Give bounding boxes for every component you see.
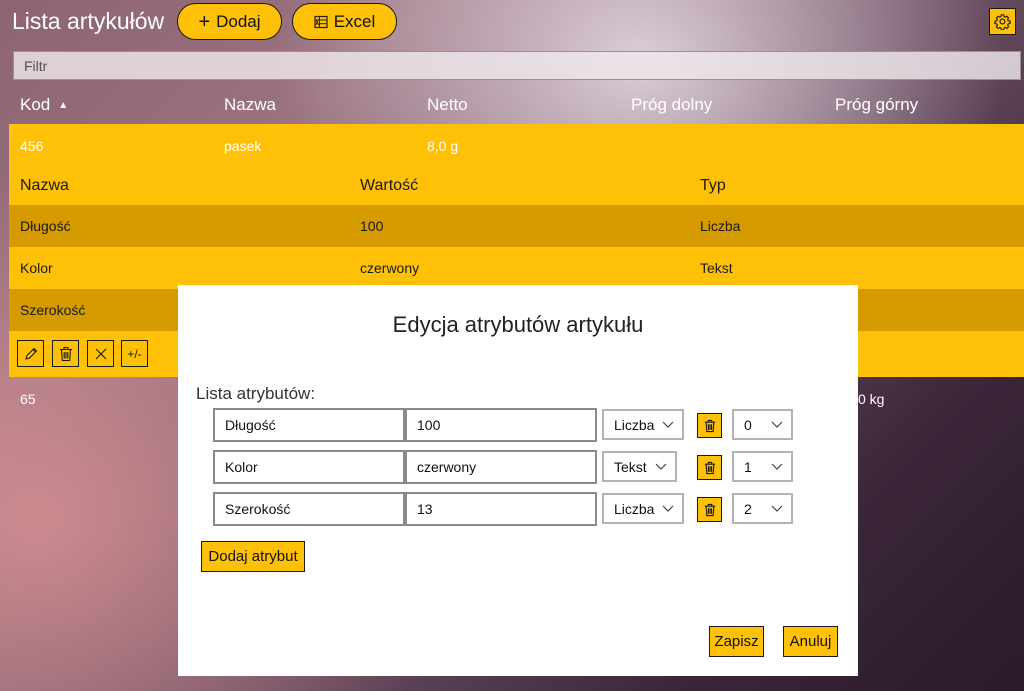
attr-header-wartosc: Wartość (360, 177, 419, 194)
page-title: Lista artykułów (12, 8, 165, 34)
close-icon (95, 348, 106, 359)
attr-header-typ: Typ (700, 177, 726, 194)
gear-icon (994, 14, 1011, 30)
attr-wartosc: czerwony (360, 260, 420, 276)
attr-nazwa: Długość (20, 218, 71, 234)
edit-attributes-dialog: Edycja atrybutów artykułu Lista atrybutó… (178, 285, 858, 676)
column-header-label: Kod (20, 95, 51, 114)
item-kod: 456 (20, 138, 44, 154)
remove-attribute-button[interactable] (697, 497, 722, 522)
attribute-type-value: Tekst (614, 458, 647, 475)
attr-typ: Liczba (700, 218, 741, 234)
chevron-down-icon (771, 505, 783, 512)
plus-minus-button[interactable]: +/- (121, 340, 148, 367)
add-button-label: Dodaj (216, 11, 261, 31)
attribute-type-value: Liczba (614, 416, 655, 433)
delete-attribute-button[interactable] (52, 340, 79, 367)
column-header-prog-dolny[interactable]: Próg dolny (631, 95, 712, 115)
chevron-down-icon (662, 421, 674, 428)
attribute-order-select[interactable]: 2 (732, 493, 793, 524)
column-header-prog-gorny[interactable]: Próg górny (835, 95, 918, 115)
attribute-name-field[interactable]: Szerokość (213, 492, 405, 526)
attr-nazwa: Szerokość (20, 302, 86, 318)
attribute-type-value: Liczba (614, 500, 655, 517)
edit-button[interactable] (17, 340, 44, 367)
chevron-down-icon (662, 505, 674, 512)
attribute-name-field[interactable]: Długość (213, 408, 405, 442)
remove-attribute-button[interactable] (697, 413, 722, 438)
attr-typ: Tekst (700, 260, 733, 276)
cancel-button[interactable]: Anuluj (783, 626, 838, 657)
column-header-netto[interactable]: Netto (427, 95, 468, 115)
close-button[interactable] (87, 340, 114, 367)
attr-nazwa: Kolor (20, 260, 53, 276)
remove-attribute-button[interactable] (697, 455, 722, 480)
column-header-kod[interactable]: Kod ▲ (20, 95, 68, 115)
attr-wartosc: 100 (360, 218, 384, 234)
attribute-value-field[interactable]: 100 (405, 408, 597, 442)
excel-icon (314, 15, 328, 28)
attribute-type-select[interactable]: Tekst (602, 451, 677, 482)
attribute-value-field[interactable]: 13 (405, 492, 597, 526)
add-attribute-button[interactable]: Dodaj atrybut (201, 541, 305, 572)
attr-header-nazwa: Nazwa (20, 177, 69, 194)
chevron-down-icon (771, 463, 783, 470)
trash-icon (59, 346, 72, 361)
attr-row[interactable]: Kolor czerwony Tekst (9, 247, 1024, 289)
attribute-order-value: 2 (744, 500, 752, 517)
attribute-order-value: 1 (744, 458, 752, 475)
attribute-order-select[interactable]: 1 (732, 451, 793, 482)
item-nazwa: pasek (224, 138, 262, 154)
chevron-down-icon (655, 463, 667, 470)
attribute-order-select[interactable]: 0 (732, 409, 793, 440)
chevron-down-icon (771, 421, 783, 428)
excel-button[interactable]: Excel (292, 3, 397, 40)
column-header-nazwa[interactable]: Nazwa (224, 95, 276, 115)
plus-icon: + (198, 10, 211, 33)
excel-button-label: Excel (333, 11, 376, 31)
filter-input[interactable] (13, 51, 1021, 80)
attribute-name-field[interactable]: Kolor (213, 450, 405, 484)
attribute-type-select[interactable]: Liczba (602, 409, 684, 440)
dialog-title: Edycja atrybutów artykułu (392, 312, 644, 337)
settings-button[interactable] (989, 8, 1016, 35)
attribute-type-select[interactable]: Liczba (602, 493, 684, 524)
edit-icon (24, 347, 37, 360)
item-partial-value: 0 kg (858, 391, 885, 407)
attribute-list-label: Lista atrybutów: (196, 384, 316, 403)
save-button[interactable]: Zapisz (709, 626, 764, 657)
trash-icon (704, 503, 715, 516)
attribute-order-value: 0 (744, 416, 752, 433)
item-kod: 65 (20, 391, 36, 407)
trash-icon (704, 461, 715, 474)
item-netto: 8,0 g (427, 138, 459, 154)
attribute-value-field[interactable]: czerwony (405, 450, 597, 484)
add-button[interactable]: + Dodaj (177, 3, 282, 40)
trash-icon (704, 419, 715, 432)
sort-up-icon: ▲ (58, 100, 69, 111)
attr-row[interactable]: Długość 100 Liczba (9, 205, 1024, 247)
